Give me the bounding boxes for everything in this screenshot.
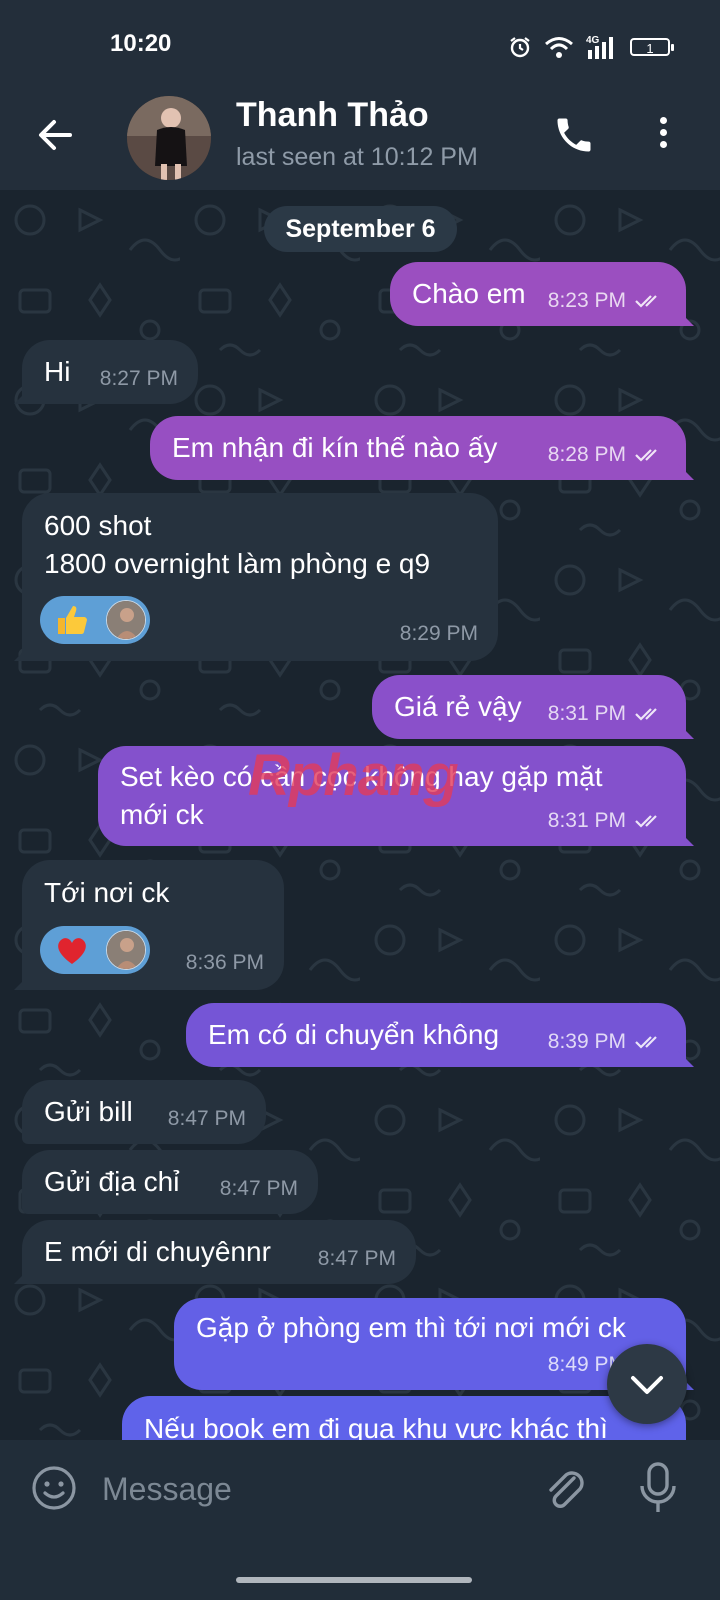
reaction-chip[interactable] — [40, 926, 150, 974]
message-text: Em nhận đi kín thế nào ấy — [172, 432, 498, 463]
incoming-message[interactable]: 600 shot 1800 overnight làm phòng e q9 8… — [22, 493, 498, 661]
double-check-icon — [635, 708, 657, 721]
outgoing-message[interactable]: Giá rẻ vậy 8:31 PM — [372, 675, 686, 739]
reaction-chip[interactable] — [40, 596, 150, 644]
incoming-message[interactable]: Tới nơi ck 8:36 PM — [22, 860, 284, 990]
message-input[interactable] — [100, 1460, 524, 1518]
reaction-avatar — [106, 930, 146, 970]
message-time: 8:39 PM — [547, 1030, 626, 1053]
message-meta: 8:29 PM — [400, 615, 478, 653]
message-time: 8:31 PM — [547, 809, 626, 832]
contact-name[interactable]: Thanh Thảo — [236, 96, 429, 135]
message-time: 8:23 PM — [547, 289, 626, 312]
message-meta: 8:36 PM — [186, 944, 264, 982]
scroll-down-button[interactable] — [607, 1344, 687, 1424]
message-time: 8:47 PM — [167, 1107, 246, 1130]
message-input-bar — [0, 1440, 720, 1600]
avatar-photo — [127, 96, 211, 180]
message-text: E mới di chuyênnr — [44, 1236, 271, 1267]
home-indicator[interactable] — [236, 1577, 472, 1583]
more-vertical-icon[interactable] — [654, 113, 672, 157]
message-meta: 8:47 PM — [168, 1100, 246, 1138]
incoming-message[interactable]: Hi 8:27 PM — [22, 340, 198, 404]
double-check-icon — [635, 295, 657, 308]
signal-icon: 4G — [586, 35, 613, 59]
status-time: 10:20 — [110, 30, 172, 57]
back-arrow-icon[interactable] — [30, 110, 80, 160]
double-check-icon — [635, 1036, 657, 1049]
paperclip-icon[interactable] — [540, 1464, 590, 1514]
contact-avatar[interactable] — [127, 96, 211, 180]
message-text: Gửi bill — [44, 1096, 133, 1127]
message-time: 8:36 PM — [185, 951, 264, 974]
message-time: 8:27 PM — [99, 367, 178, 390]
status-icons: 4G 1 — [508, 34, 674, 60]
chat-area[interactable]: September 6 Chào em 8:23 PM Hi 8:27 PM E… — [0, 190, 720, 1470]
double-check-icon — [635, 449, 657, 462]
outgoing-message[interactable]: Em nhận đi kín thế nào ấy 8:28 PM — [150, 416, 686, 480]
microphone-icon[interactable] — [638, 1460, 678, 1516]
watermark: Rphang — [248, 743, 459, 808]
battery-indicator: 1 — [630, 38, 674, 56]
message-time: 8:47 PM — [317, 1247, 396, 1270]
phone-icon[interactable] — [552, 113, 596, 157]
message-text: Hi — [44, 356, 71, 387]
message-text: Em có di chuyển không — [208, 1019, 500, 1050]
emoji-icon[interactable] — [30, 1464, 78, 1512]
message-time: 8:31 PM — [547, 702, 626, 725]
incoming-message[interactable]: Gửi địa chỉ 8:47 PM — [22, 1150, 318, 1214]
reaction-avatar — [106, 600, 146, 640]
thumbs-up-icon — [58, 606, 87, 634]
message-time: 8:47 PM — [219, 1177, 298, 1200]
outgoing-message[interactable]: Chào em 8:23 PM — [390, 262, 686, 326]
top-bar: 10:20 4G 1 Thanh Thảo last seen at 10:12… — [0, 0, 720, 190]
message-text: Tới nơi ck — [44, 877, 170, 908]
double-check-icon — [635, 815, 657, 828]
message-meta: 8:31 PM — [548, 695, 666, 733]
outgoing-message[interactable]: Em có di chuyển không 8:39 PM — [186, 1003, 686, 1067]
message-time: 8:29 PM — [399, 622, 478, 645]
message-meta: 8:27 PM — [100, 360, 178, 398]
chevron-down-icon — [631, 1376, 663, 1394]
incoming-message[interactable]: Gửi bill 8:47 PM — [22, 1080, 266, 1144]
message-meta: 8:28 PM — [548, 436, 666, 474]
message-meta: 8:47 PM — [318, 1240, 396, 1278]
message-meta: 8:23 PM — [548, 282, 666, 320]
message-text: Gửi địa chỉ — [44, 1166, 180, 1197]
date-separator: September 6 — [264, 206, 457, 252]
message-time: 8:28 PM — [547, 443, 626, 466]
svg-text:4G: 4G — [586, 35, 600, 46]
red-heart-icon — [58, 938, 86, 964]
message-text: 600 shot 1800 overnight làm phòng e q9 — [44, 510, 431, 579]
incoming-message[interactable]: E mới di chuyênnr 8:47 PM — [22, 1220, 416, 1284]
wifi-icon — [545, 37, 573, 58]
message-text: Gặp ở phòng em thì tới nơi mới ck — [196, 1312, 626, 1343]
alarm-icon — [510, 37, 530, 58]
contact-last-seen: last seen at 10:12 PM — [236, 143, 478, 171]
message-meta: 8:31 PM — [548, 802, 666, 840]
message-meta: 8:47 PM — [220, 1170, 298, 1208]
message-text: Chào em — [412, 278, 526, 309]
message-meta: 8:39 PM — [548, 1023, 666, 1061]
message-text: Giá rẻ vậy — [394, 691, 522, 722]
